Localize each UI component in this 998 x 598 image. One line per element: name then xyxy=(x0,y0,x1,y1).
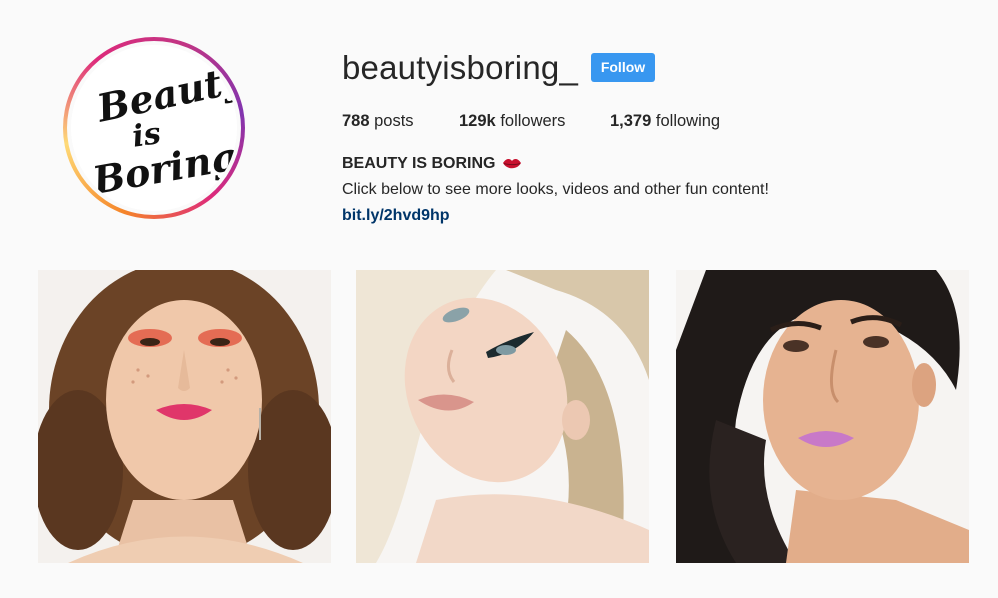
profile-username: beautyisboring_ xyxy=(342,49,578,86)
post-thumbnail-3[interactable] xyxy=(676,270,969,563)
posts-count: 788 xyxy=(342,112,370,130)
beauty-is-boring-logo: Beauty is Boring xyxy=(71,45,237,211)
bio-text: Click below to see more looks, videos an… xyxy=(342,181,769,198)
followers-label: followers xyxy=(500,112,566,130)
profile-avatar[interactable]: Beauty is Boring xyxy=(63,37,245,219)
following-label: following xyxy=(655,112,721,130)
bio-link[interactable]: bit.ly/2hvd9hp xyxy=(342,206,450,226)
post-thumbnail-1[interactable] xyxy=(38,270,331,563)
post-thumbnail-2[interactable] xyxy=(356,270,649,563)
follow-button[interactable]: Follow xyxy=(591,53,655,82)
bio-full-name: BEAUTY IS BORING xyxy=(342,154,522,174)
followers-stat[interactable]: 129k followers xyxy=(459,111,565,131)
portrait-photo-icon xyxy=(38,270,331,563)
following-count: 1,379 xyxy=(610,112,652,130)
avatar-ring-gap: Beauty is Boring xyxy=(67,41,241,215)
portrait-photo-icon xyxy=(356,270,649,563)
bio-name-text: BEAUTY IS BORING xyxy=(342,155,496,172)
avatar-logo-image: Beauty is Boring xyxy=(71,45,237,211)
posts-label: posts xyxy=(374,112,414,130)
portrait-photo-icon xyxy=(676,270,969,563)
posts-stat: 788 posts xyxy=(342,111,414,131)
kiss-lips-icon xyxy=(502,158,521,169)
following-stat[interactable]: 1,379 following xyxy=(610,111,720,131)
followers-count: 129k xyxy=(459,112,496,130)
profile-page: Beauty is Boring beautyisboring_ Follow … xyxy=(0,0,998,598)
